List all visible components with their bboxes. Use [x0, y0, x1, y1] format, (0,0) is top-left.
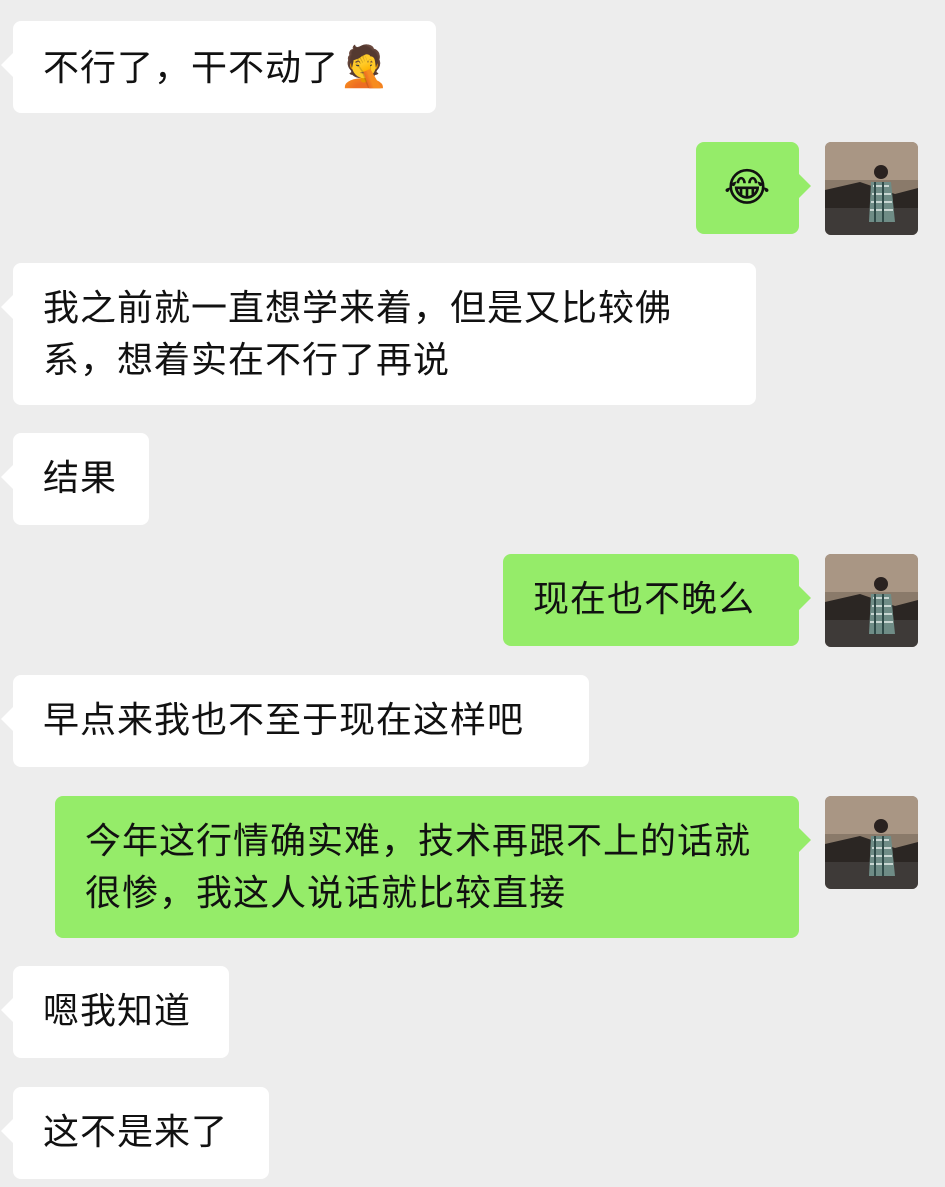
user-avatar-photo-icon — [825, 554, 918, 647]
message-bubble-outgoing[interactable]: 今年这行情确实难，技术再跟不上的话就很惨，我这人说话就比较直接 — [55, 796, 811, 938]
message-text: 早点来我也不至于现在这样吧 — [43, 700, 525, 741]
message-text: 结果 — [43, 458, 118, 499]
user-avatar-photo-icon — [825, 142, 918, 235]
message-bubble-incoming[interactable]: 不行了，干不动了🤦 — [1, 21, 436, 113]
avatar[interactable] — [825, 554, 918, 647]
message-bubble-incoming[interactable]: 结果 — [1, 433, 149, 525]
message-bubble-outgoing[interactable]: 现在也不晚么 — [503, 554, 811, 646]
message-bubble-incoming[interactable]: 这不是来了 — [1, 1087, 269, 1179]
message-text: 今年这行情确实难，技术再跟不上的话就很惨，我这人说话就比较直接 — [85, 821, 752, 914]
message-text: 我之前就一直想学来着，但是又比较佛系，想着实在不行了再说 — [43, 288, 673, 381]
message-bubble-incoming[interactable]: 嗯我知道 — [1, 966, 229, 1058]
message-text: 嗯我知道 — [43, 991, 192, 1032]
message-bubble-incoming[interactable]: 我之前就一直想学来着，但是又比较佛系，想着实在不行了再说 — [1, 263, 756, 405]
message-bubble-outgoing[interactable]: 😂 — [696, 142, 811, 234]
message-bubble-incoming[interactable]: 早点来我也不至于现在这样吧 — [1, 675, 589, 767]
message-text: 现在也不晚么 — [533, 579, 756, 620]
user-avatar-photo-icon — [825, 796, 918, 889]
avatar[interactable] — [825, 142, 918, 235]
tears-of-joy-emoji-icon: 😂 — [723, 165, 772, 211]
message-text: 不行了，干不动了 — [43, 48, 340, 89]
avatar[interactable] — [825, 796, 918, 889]
facepalm-emoji-icon: 🤦 — [339, 44, 390, 90]
message-text: 这不是来了 — [43, 1112, 229, 1153]
